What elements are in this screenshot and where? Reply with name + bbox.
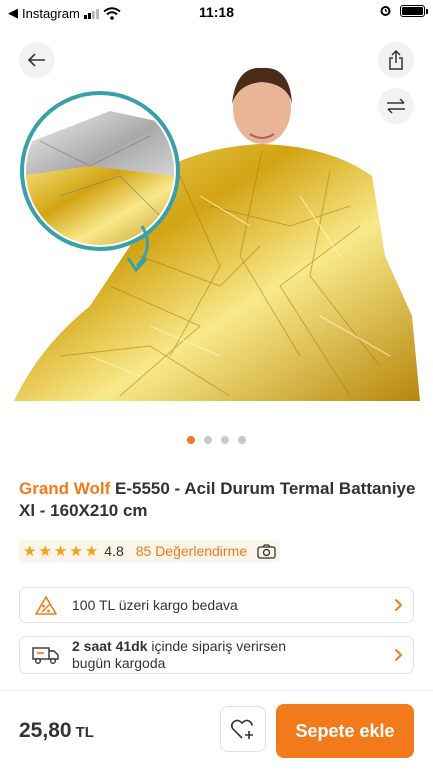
reviews-link[interactable]: 85 Değerlendirme xyxy=(136,543,247,559)
compare-button[interactable] xyxy=(378,88,414,124)
chevron-right-icon xyxy=(394,598,402,612)
battery-icon xyxy=(400,4,428,17)
price-currency: TL xyxy=(75,724,94,741)
free-shipping-card[interactable]: 100 TL üzeri kargo bedava xyxy=(19,587,414,623)
product-price: 25,80 TL xyxy=(19,719,94,743)
star-icon: ★ xyxy=(53,543,68,560)
brand-link[interactable]: Grand Wolf xyxy=(19,479,110,498)
gallery-dot[interactable] xyxy=(204,436,212,444)
product-title: Grand Wolf E-5550 - Acil Durum Termal Ba… xyxy=(19,478,419,522)
heart-plus-icon xyxy=(230,719,253,739)
chevron-right-icon xyxy=(394,648,402,662)
status-bar: ◀ Instagram 11:18 xyxy=(0,0,433,26)
gallery-dot[interactable] xyxy=(221,436,229,444)
star-icon: ★ xyxy=(38,543,52,560)
clock: 11:18 xyxy=(198,4,235,20)
star-icon: ★ xyxy=(23,543,37,560)
share-icon xyxy=(389,50,403,70)
swap-arrows-icon xyxy=(387,98,405,114)
add-to-cart-button[interactable]: Sepete ekle xyxy=(276,704,414,758)
star-half-icon: ★ xyxy=(84,543,99,560)
gallery-dot[interactable] xyxy=(238,436,246,444)
star-icon: ★ xyxy=(69,543,83,560)
delivery-text-rest: içinde sipariş verirsen xyxy=(147,638,286,654)
rating-score: 4.8 xyxy=(104,543,124,559)
alarm-icon xyxy=(380,6,391,16)
delivery-truck-icon xyxy=(32,647,59,664)
share-button[interactable] xyxy=(378,42,414,78)
product-image-gallery[interactable] xyxy=(0,26,433,426)
fast-delivery-text: 2 saat 41dk içinde sipariş verirsen bugü… xyxy=(72,638,383,672)
discount-tag-icon xyxy=(35,596,57,615)
arrow-left-icon xyxy=(28,53,45,67)
bottom-action-bar: 25,80 TL Sepete ekle xyxy=(0,690,433,770)
gallery-pagination xyxy=(0,436,433,444)
rating-summary[interactable]: ★ ★ ★ ★ ★ 4.8 85 Değerlendirme xyxy=(19,540,281,562)
price-value: 25,80 xyxy=(19,719,72,742)
delivery-countdown: 2 saat 41dk xyxy=(72,638,148,654)
fast-delivery-card[interactable]: 2 saat 41dk içinde sipariş verirsen bugü… xyxy=(19,636,414,674)
delivery-line2: bugün kargoda xyxy=(72,655,166,671)
favorite-button[interactable] xyxy=(220,706,266,752)
gallery-dot[interactable] xyxy=(187,436,195,444)
free-shipping-text: 100 TL üzeri kargo bedava xyxy=(72,596,238,613)
product-image xyxy=(14,67,420,401)
back-button[interactable] xyxy=(19,42,55,78)
camera-icon xyxy=(257,543,276,559)
